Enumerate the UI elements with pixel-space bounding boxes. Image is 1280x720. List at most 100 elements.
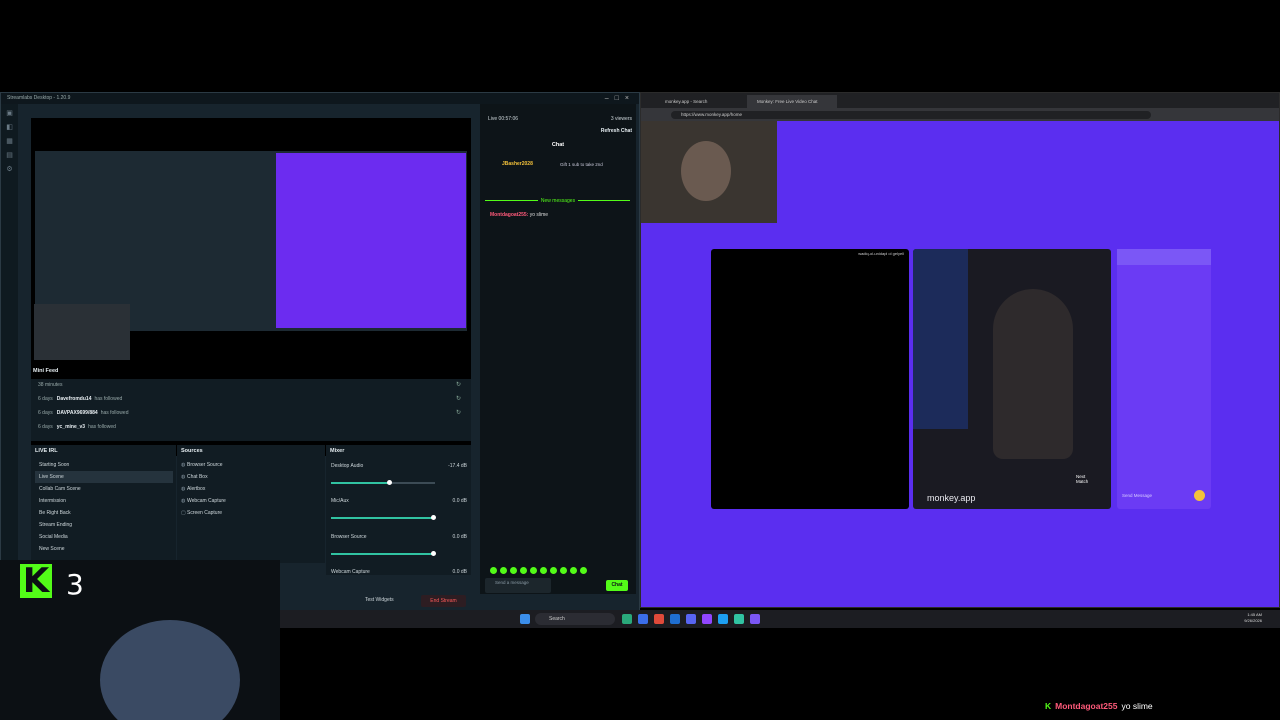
volume-slider[interactable]: [331, 480, 435, 485]
streamlabs-window: Streamlabs Desktop - 1.20.9 –□× ▣ ◧ ▦ ▤ …: [0, 92, 640, 628]
app-icon[interactable]: [670, 614, 680, 624]
scene-item[interactable]: Social Media: [35, 531, 173, 543]
scene-item[interactable]: Starting Soon: [35, 459, 173, 471]
scene-item[interactable]: Stream Ending: [35, 519, 173, 531]
refresh-icon[interactable]: ↻: [456, 379, 461, 391]
window-controls[interactable]: –□×: [605, 93, 635, 104]
stats-icon[interactable]: ▤: [6, 152, 13, 159]
streamlabs-sidebar: ▣ ◧ ▦ ▤ ⚙: [1, 104, 18, 627]
volume-slider[interactable]: [331, 515, 436, 520]
mixer-channel-name: Mic/Aux: [331, 498, 349, 504]
scene-item[interactable]: Collab Cam Scene: [35, 483, 173, 495]
chat-panel: Live 00:57:06 3 viewers Refresh Chat Cha…: [480, 104, 636, 594]
send-icon[interactable]: [1194, 490, 1205, 501]
scene-collection-title[interactable]: LIVE IRL: [35, 445, 58, 457]
emote-icon[interactable]: [580, 567, 587, 574]
mixer-channel-name: Browser Source: [331, 534, 367, 540]
emote-icon[interactable]: [560, 567, 567, 574]
mini-feed: Mini Feed 38 minutes ↻ 6 days Davefromdu14…: [31, 368, 471, 441]
app-icon[interactable]: [702, 614, 712, 624]
tab-search[interactable]: monkey.app - Search: [655, 95, 745, 108]
feed-row: 38 minutes ↻: [38, 379, 463, 391]
browser-window: monkey.app - Search Monkey: Free Live Vi…: [640, 92, 1280, 608]
taskbar-clock[interactable]: 1:45 AM 9/26/2026: [1244, 612, 1262, 624]
emote-icon[interactable]: [530, 567, 537, 574]
gift-user: JBasher2028: [502, 161, 533, 167]
own-video: Next Match monkey.app: [913, 249, 1111, 509]
refresh-icon[interactable]: ↻: [456, 407, 461, 419]
emote-icon[interactable]: [500, 567, 507, 574]
mixer-channel-db: -17.4 dB: [448, 463, 467, 469]
taskbar-search[interactable]: Search: [535, 613, 615, 625]
webcam-overlay: K 3: [0, 560, 280, 720]
feed-row: 6 days Davefromdu14 has followed ↻: [38, 393, 463, 405]
kick-icon: K: [1045, 701, 1052, 711]
app-icon[interactable]: [750, 614, 760, 624]
send-message-input[interactable]: Send Message: [1122, 493, 1152, 498]
apps-icon[interactable]: ▦: [6, 138, 13, 145]
browser-toolbar: https://www.monkey.app/home: [641, 108, 1279, 121]
source-item[interactable]: ◍ Chat Box: [181, 471, 321, 483]
screen: Streamlabs Desktop - 1.20.9 –□× ▣ ◧ ▦ ▤ …: [0, 0, 1280, 720]
browser-tab-bar: monkey.app - Search Monkey: Free Live Vi…: [641, 93, 1279, 108]
emote-icon[interactable]: [520, 567, 527, 574]
person-silhouette: [993, 289, 1073, 459]
self-camera-preview: [641, 121, 777, 223]
live-timer: Live 00:57:06: [488, 116, 519, 122]
mixer-channel-db: 0.0 dB: [452, 534, 467, 540]
end-stream-button[interactable]: End Stream: [421, 595, 466, 607]
chat-overlay-message: K Montdagoat255 yo slime: [1045, 700, 1153, 712]
preview-browser: [276, 153, 466, 328]
scene-item[interactable]: New Scene: [35, 543, 173, 555]
address-bar[interactable]: https://www.monkey.app/home: [671, 111, 1151, 119]
source-item[interactable]: ◍ Webcam Capture: [181, 495, 321, 507]
app-icon[interactable]: [638, 614, 648, 624]
monkey-brand: monkey.app: [927, 493, 976, 503]
scene-item[interactable]: Live Scene: [35, 471, 173, 483]
source-item[interactable]: ▢Screen Capture: [181, 507, 321, 519]
next-match-button[interactable]: Next Match: [1076, 474, 1094, 484]
stranger-video: wadiq-ol-unidapl ol gelyell: [711, 249, 909, 509]
mixer-dock: Mixer Desktop Audio -17.4 dB Mic/Aux 0.0…: [326, 445, 471, 575]
scenes-dock: LIVE IRL Starting Soon Live Scene Collab…: [31, 445, 176, 563]
kick-viewer-count: 3: [66, 568, 84, 601]
refresh-chat-button[interactable]: Refresh Chat: [601, 128, 632, 134]
chat-header: Chat: [551, 142, 565, 148]
settings-icon[interactable]: ⚙: [6, 166, 13, 173]
scene-item[interactable]: Intermission: [35, 495, 173, 507]
volume-slider[interactable]: [331, 551, 436, 556]
emote-icon[interactable]: [550, 567, 557, 574]
overlay-message: yo slime: [1121, 701, 1153, 711]
taskbar: Search 1:45 AM 9/26/2026: [280, 610, 1280, 628]
chat-send-button[interactable]: Chat: [606, 580, 628, 591]
kick-logo-icon: K: [20, 564, 52, 598]
start-icon[interactable]: [520, 614, 530, 624]
app-icon[interactable]: [686, 614, 696, 624]
emote-icon[interactable]: [540, 567, 547, 574]
streamlabs-footer: Test Widgets End Stream: [301, 593, 639, 611]
app-icon[interactable]: [734, 614, 744, 624]
sources-dock: Sources ◍ Browser Source ◍ Chat Box ◍ Alert…: [177, 445, 325, 563]
emote-icon[interactable]: [510, 567, 517, 574]
overlay-username: Montdagoat255: [1055, 701, 1118, 711]
test-widgets-button[interactable]: Test Widgets: [365, 597, 394, 603]
app-icon[interactable]: [718, 614, 728, 624]
sources-title: Sources: [181, 448, 203, 454]
refresh-icon[interactable]: ↻: [456, 393, 461, 405]
monkey-chat-panel: Send Message: [1117, 249, 1211, 509]
emote-icon[interactable]: [570, 567, 577, 574]
person-silhouette: [100, 620, 240, 720]
source-item[interactable]: ◍ Alertbox: [181, 483, 321, 495]
stranger-tag: wadiq-ol-unidapl ol gelyell: [858, 251, 904, 256]
mixer-channel-db: 0.0 dB: [452, 498, 467, 504]
editor-icon[interactable]: ▣: [6, 110, 13, 117]
themes-icon[interactable]: ◧: [6, 124, 13, 131]
app-icon[interactable]: [654, 614, 664, 624]
chat-input[interactable]: Send a message: [485, 578, 551, 593]
app-icon[interactable]: [622, 614, 632, 624]
emote-icon[interactable]: [490, 567, 497, 574]
tab-monkey[interactable]: Monkey: Free Live Video Chat: [747, 95, 837, 108]
chat-message: Montdagoat255: yo slime: [490, 212, 549, 218]
source-item[interactable]: ◍ Browser Source: [181, 459, 321, 471]
scene-item[interactable]: Be Right Back: [35, 507, 173, 519]
